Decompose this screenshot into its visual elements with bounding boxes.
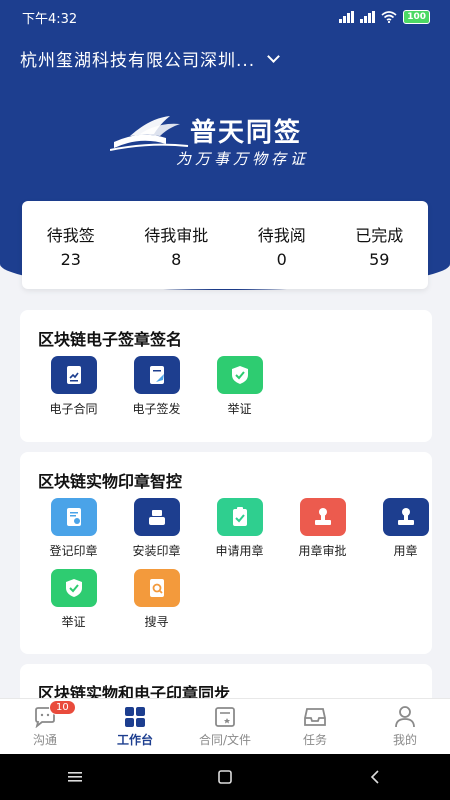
section-e-signature: 区块链电子签章签名 电子合同 电子签发 举证 — [20, 310, 432, 442]
seal-evidence-button[interactable]: 举证 — [32, 569, 115, 630]
battery-icon: 100 — [403, 10, 430, 24]
company-name: 杭州玺湖科技有限公司深圳... — [20, 51, 256, 71]
signal-icon — [339, 11, 355, 23]
stat-completed[interactable]: 已完成 59 — [355, 222, 403, 269]
install-seal-icon — [133, 498, 180, 536]
search-button[interactable]: 搜寻 — [115, 569, 198, 630]
section-physical-seal: 区块链实物印章智控 登记印章 安装印章 申请用章 用章审批 用章 举证 搜寻 — [20, 452, 432, 654]
tab-workbench[interactable]: 工作台 — [95, 706, 175, 748]
home-icon[interactable] — [216, 769, 234, 785]
grid-icon — [125, 706, 145, 727]
stat-to-read[interactable]: 待我阅 0 — [258, 222, 306, 269]
install-seal-button[interactable]: 安装印章 — [115, 498, 198, 559]
stat-to-sign[interactable]: 待我签 23 — [47, 222, 95, 269]
register-seal-icon — [50, 498, 97, 536]
e-sign-send-button[interactable]: 电子签发 — [115, 356, 198, 417]
system-nav-bar — [0, 754, 450, 800]
contract-icon — [50, 356, 97, 394]
section-title: 区块链实物印章智控 — [38, 472, 183, 491]
bottom-tab-bar: 10 沟通 工作台 合同/文件 任务 我的 — [0, 698, 450, 754]
seal-approval-button[interactable]: 用章审批 — [281, 498, 364, 559]
tab-chat[interactable]: 10 沟通 — [5, 699, 85, 748]
search-doc-icon — [133, 569, 180, 607]
shield-check-icon — [50, 569, 97, 607]
brand-logo: 普天同签 为万事万物存证 — [110, 108, 350, 174]
user-icon — [395, 705, 415, 727]
sign-send-icon — [133, 356, 180, 394]
tab-contracts-files[interactable]: 合同/文件 — [185, 706, 265, 748]
chevron-down-icon — [267, 49, 281, 63]
company-selector[interactable]: 杭州玺湖科技有限公司深圳... — [20, 46, 281, 71]
shield-check-icon — [216, 356, 263, 394]
inbox-icon — [304, 707, 326, 726]
brand-title: 普天同签 — [190, 118, 303, 148]
brand-slogan: 为万事万物存证 — [176, 150, 310, 168]
register-seal-button[interactable]: 登记印章 — [32, 498, 115, 559]
menu-icon[interactable] — [66, 770, 84, 784]
document-star-icon — [215, 706, 235, 727]
e-contract-button[interactable]: 电子合同 — [32, 356, 115, 417]
signal-icon-2 — [360, 11, 376, 23]
stats-card: 待我签 23 待我审批 8 待我阅 0 已完成 59 — [22, 201, 428, 289]
unread-badge: 10 — [49, 699, 76, 715]
apply-seal-button[interactable]: 申请用章 — [198, 498, 281, 559]
use-seal-icon — [382, 498, 429, 536]
back-icon[interactable] — [366, 769, 384, 785]
tab-profile[interactable]: 我的 — [365, 705, 445, 748]
evidence-button[interactable]: 举证 — [198, 356, 281, 417]
section-title: 区块链电子签章签名 — [38, 330, 183, 349]
stat-to-approve[interactable]: 待我审批 8 — [144, 222, 208, 269]
seal-approve-icon — [299, 498, 346, 536]
status-time: 下午4:32 — [22, 11, 78, 27]
use-seal-button[interactable]: 用章 — [364, 498, 447, 559]
tab-tasks[interactable]: 任务 — [275, 706, 355, 748]
apply-seal-icon — [216, 498, 263, 536]
wifi-icon — [381, 11, 397, 23]
status-bar: 下午4:32 100 — [0, 0, 450, 34]
